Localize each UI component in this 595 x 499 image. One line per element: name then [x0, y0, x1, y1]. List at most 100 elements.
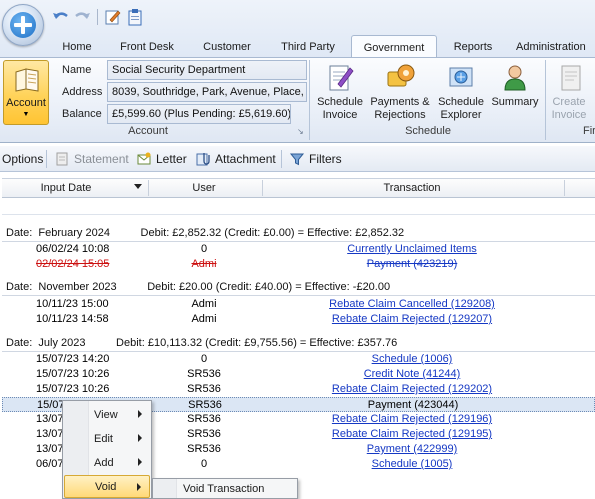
row-transaction-link[interactable]: Schedule (1005) [264, 457, 560, 472]
schedule-invoice-button[interactable]: Schedule Invoice [313, 60, 367, 124]
toolbar-separator [46, 150, 47, 168]
tab-third-party[interactable]: Third Party [270, 35, 346, 58]
edit-button[interactable] [104, 8, 122, 26]
tab-reports[interactable]: Reports [444, 35, 502, 58]
tab-administration[interactable]: Administration [516, 35, 595, 58]
payments-rejections-button[interactable]: Payments & Rejections [368, 60, 432, 124]
attachment-button[interactable]: Attachment [195, 146, 276, 172]
account-group-title: Account [128, 125, 168, 137]
group-header-row[interactable]: Date: November 2023 Debit: £20.00 (Credi… [6, 279, 390, 295]
table-row[interactable]: 02/02/24 15:05 Admi Payment (423219) [2, 257, 595, 272]
menu-item-view[interactable]: View [64, 403, 150, 426]
name-field[interactable]: Social Security Department [107, 60, 307, 80]
row-transaction-link[interactable]: Payment (422999) [264, 442, 560, 457]
row-input-date: 15/07/23 10:26 [36, 383, 110, 395]
menu-item-label: Void [95, 480, 117, 493]
menu-item-label: Edit [94, 432, 113, 445]
menu-item-void-transaction[interactable]: Void Transaction [153, 478, 297, 499]
payments-gear-icon [387, 64, 415, 87]
app-menu-button[interactable] [2, 4, 44, 46]
row-input-date: 15/07/23 14:20 [36, 353, 110, 365]
name-label: Name [62, 64, 92, 76]
group-header-row[interactable]: Date: July 2023 Debit: £10,113.32 (Credi… [6, 335, 397, 351]
row-transaction-link[interactable]: Rebate Claim Rejected (129195) [264, 427, 560, 442]
schedule-explorer-button[interactable]: Schedule Explorer [434, 60, 488, 124]
tab-front-desk[interactable]: Front Desk [110, 35, 184, 58]
submenu-arrow-icon [138, 434, 142, 442]
row-transaction[interactable]: Payment (423044) [265, 398, 561, 413]
submenu-arrow-icon [137, 483, 141, 491]
submenu-arrow-icon [138, 410, 142, 418]
account-button[interactable]: Account ▼ [3, 60, 49, 125]
schedule-invoice-icon [329, 65, 354, 91]
redo-button[interactable] [73, 8, 91, 26]
dropdown-arrow-icon: ▼ [22, 111, 30, 118]
table-row[interactable]: 10/11/23 15:00 Admi Rebate Claim Cancell… [2, 297, 595, 312]
row-user: Admi [191, 298, 217, 310]
tab-home[interactable]: Home [52, 35, 102, 58]
statement-label: Statement [74, 152, 129, 166]
sort-arrow-icon[interactable] [134, 184, 142, 189]
book-icon [15, 68, 39, 92]
filters-button[interactable]: Filters [289, 146, 342, 172]
toolbar-separator [281, 150, 282, 168]
submenu-arrow-icon [138, 458, 142, 466]
address-field[interactable]: 8039, Southridge, Park, Avenue, Place, l [107, 82, 307, 102]
group-separator [309, 60, 310, 140]
clipboard-icon [128, 9, 142, 26]
create-invoice-button[interactable]: Create Invoice [549, 60, 595, 124]
clipboard-button[interactable] [126, 8, 144, 26]
statement-button[interactable]: Statement [54, 146, 129, 172]
summary-button[interactable]: Summary [490, 60, 540, 124]
summary-person-icon [504, 65, 526, 91]
row-user: SR536 [187, 383, 221, 395]
row-input-date: 02/02/24 15:05 [36, 258, 110, 270]
attachment-label: Attachment [215, 152, 276, 166]
row-user: SR536 [188, 399, 222, 411]
statement-icon [56, 152, 68, 166]
row-transaction-link[interactable]: Rebate Claim Rejected (129207) [264, 312, 560, 327]
row-transaction-link[interactable]: Schedule (1006) [264, 352, 560, 367]
row-user: SR536 [187, 413, 221, 425]
menu-item-label: Add [94, 456, 114, 469]
row-user: SR536 [187, 368, 221, 380]
row-transaction-link[interactable]: Rebate Claim Rejected (129202) [264, 382, 560, 397]
undo-icon [53, 12, 68, 19]
tab-customer[interactable]: Customer [192, 35, 262, 58]
row-input-date: 15/07/23 10:26 [36, 368, 110, 380]
balance-field[interactable]: £5,599.60 (Plus Pending: £5,619.60) [107, 104, 291, 124]
menu-item-void[interactable]: Void [64, 475, 150, 498]
undo-button[interactable] [52, 8, 70, 26]
account-button-label: Account [6, 97, 46, 109]
row-transaction-link[interactable]: Rebate Claim Rejected (129196) [264, 412, 560, 427]
filter-row[interactable] [2, 198, 595, 215]
letter-icon [137, 152, 151, 165]
menu-item-add[interactable]: Add [64, 451, 150, 474]
row-transaction-link[interactable]: Payment (423219) [264, 257, 560, 272]
plus-icon [10, 12, 36, 38]
group-header-row[interactable]: Date: February 2024 Debit: £2,852.32 (Cr… [6, 225, 404, 241]
user-column-header[interactable]: User [148, 178, 260, 198]
letter-button[interactable]: Letter [136, 146, 187, 172]
row-transaction-link[interactable]: Rebate Claim Cancelled (129208) [264, 297, 560, 312]
row-transaction-link[interactable]: Currently Unclaimed Items [264, 242, 560, 257]
row-transaction-link[interactable]: Credit Note (41244) [264, 367, 560, 382]
filter-funnel-icon [289, 153, 305, 166]
dialog-launcher-icon[interactable]: ↘ [297, 127, 305, 136]
address-label: Address [62, 86, 103, 98]
paperclip-icon [196, 153, 210, 166]
input-date-column-header[interactable]: Input Date [2, 178, 130, 198]
options-button[interactable]: Options [2, 146, 43, 172]
create-invoice-icon [561, 65, 581, 91]
transaction-column-header[interactable]: Transaction [262, 178, 562, 198]
menu-item-edit[interactable]: Edit [64, 427, 150, 450]
table-row[interactable]: 10/11/23 14:58 Admi Rebate Claim Rejecte… [2, 312, 595, 327]
column-separator [564, 180, 565, 196]
table-row[interactable]: 15/07/23 14:20 0 Schedule (1006) [2, 352, 595, 367]
table-row[interactable]: 15/07/23 10:26 SR536 Rebate Claim Reject… [2, 382, 595, 397]
tab-government[interactable]: Government [351, 35, 437, 59]
edit-icon [105, 10, 121, 25]
table-row[interactable]: 06/02/24 10:08 0 Currently Unclaimed Ite… [2, 242, 595, 257]
table-row[interactable]: 15/07/23 10:26 SR536 Credit Note (41244) [2, 367, 595, 382]
row-user: 0 [200, 243, 208, 255]
